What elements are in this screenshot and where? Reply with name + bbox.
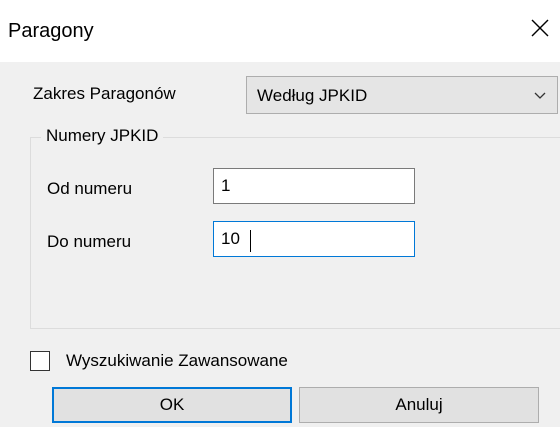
chevron-down-icon: [534, 92, 546, 99]
close-icon: [531, 19, 549, 37]
to-number-input[interactable]: [213, 221, 415, 257]
from-number-label: Od numeru: [47, 179, 133, 198]
range-dropdown[interactable]: Według JPKID: [246, 76, 558, 114]
advanced-search-checkbox[interactable]: [30, 351, 50, 371]
range-dropdown-value: Według JPKID: [257, 86, 368, 105]
dialog-body: Zakres Paragonów Według JPKID Numery JPK…: [0, 62, 560, 427]
advanced-search-label[interactable]: Wyszukiwanie Zawansowane: [66, 350, 288, 372]
from-number-input[interactable]: [213, 168, 415, 204]
title-bar: Paragony: [0, 0, 560, 62]
text-caret: [250, 230, 251, 252]
cancel-button[interactable]: Anuluj: [299, 387, 539, 423]
group-caption: Numery JPKID: [41, 125, 164, 147]
to-number-label: Do numeru: [47, 232, 132, 251]
window-title: Paragony: [8, 20, 94, 42]
close-button[interactable]: [520, 8, 560, 48]
range-label: Zakres Paragonów: [33, 84, 176, 103]
ok-button[interactable]: OK: [52, 387, 292, 423]
